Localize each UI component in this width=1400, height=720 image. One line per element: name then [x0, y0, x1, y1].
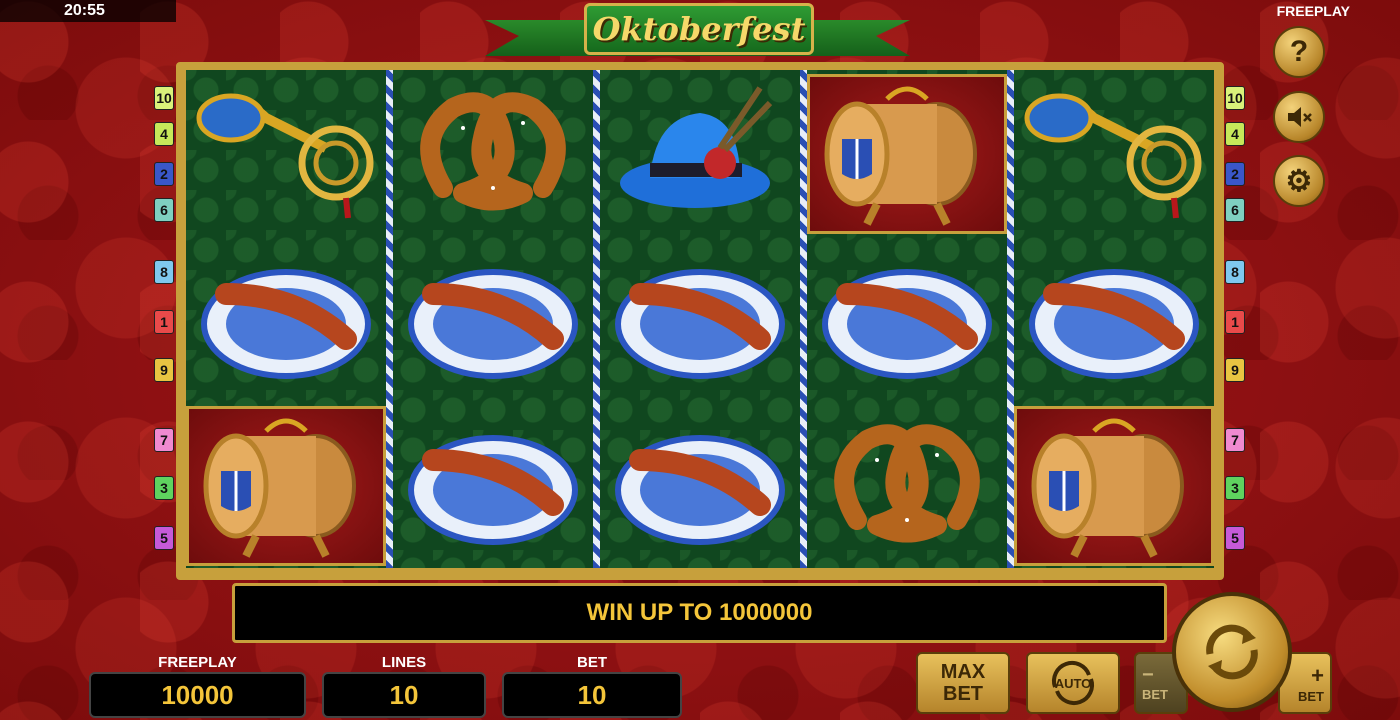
help-button[interactable]: ? — [1273, 26, 1325, 78]
sausage-symbol — [807, 236, 1007, 402]
reel-1 — [186, 70, 386, 568]
bet-minus-sign: − — [1142, 664, 1154, 686]
sausage-symbol — [393, 402, 593, 568]
payline-left-4: 4 — [154, 122, 174, 146]
auto-spin-button[interactable]: AUTO — [1026, 652, 1120, 714]
payline-right-10: 10 — [1225, 86, 1245, 110]
reel-5 — [1014, 70, 1214, 568]
win-message: WIN UP TO 1000000 — [232, 583, 1167, 643]
sausage-symbol — [393, 236, 593, 402]
payline-right-8: 8 — [1225, 260, 1245, 284]
spin-button[interactable] — [1172, 592, 1292, 712]
payline-right-3: 3 — [1225, 476, 1245, 500]
max-bet-label-bottom: BET — [943, 683, 983, 705]
bet-plus-label: BET — [1298, 688, 1324, 704]
payline-left-10: 10 — [154, 86, 174, 110]
horn-symbol — [1014, 70, 1214, 236]
payline-left-9: 9 — [154, 358, 174, 382]
freeplay-value: 10000 — [89, 672, 306, 718]
gear-icon: ⚙ — [1285, 164, 1313, 198]
payline-left-5: 5 — [154, 526, 174, 550]
mute-speaker-icon — [1288, 107, 1312, 127]
barrel-symbol — [1014, 406, 1214, 566]
hat-symbol — [600, 70, 800, 236]
payline-right-1: 1 — [1225, 310, 1245, 334]
payline-right-7: 7 — [1225, 428, 1245, 452]
payline-right-6: 6 — [1225, 198, 1245, 222]
bet-label: BET — [577, 654, 607, 671]
freeplay-label: FREEPLAY — [158, 654, 237, 671]
clock: 20:55 — [0, 0, 176, 22]
mode-label: FREEPLAY — [1276, 3, 1350, 19]
auto-label: AUTO — [1054, 675, 1092, 691]
reel-4 — [807, 70, 1007, 568]
spin-arrows-icon — [1206, 624, 1258, 680]
payline-right-5: 5 — [1225, 526, 1245, 550]
reel-2 — [393, 70, 593, 568]
payline-left-2: 2 — [154, 162, 174, 186]
sausage-symbol — [600, 236, 800, 402]
lines-value: 10 — [322, 672, 486, 718]
payline-right-2: 2 — [1225, 162, 1245, 186]
sausage-symbol — [600, 402, 800, 568]
max-bet-button[interactable]: MAX BET — [916, 652, 1010, 714]
horn-symbol — [186, 70, 386, 236]
game-title: Oktoberfest — [584, 3, 814, 55]
question-icon: ? — [1289, 35, 1309, 68]
payline-right-4: 4 — [1225, 122, 1245, 146]
pretzel-symbol — [807, 402, 1007, 568]
payline-left-3: 3 — [154, 476, 174, 500]
pretzel-symbol — [393, 70, 593, 236]
settings-button[interactable]: ⚙ — [1273, 155, 1325, 207]
payline-right-9: 9 — [1225, 358, 1245, 382]
barrel-symbol — [186, 406, 386, 566]
lines-label: LINES — [381, 654, 427, 671]
sausage-symbol — [1014, 236, 1214, 402]
sausage-symbol — [186, 236, 386, 402]
payline-left-6: 6 — [154, 198, 174, 222]
bet-minus-label: BET — [1142, 687, 1168, 702]
barrel-symbol — [807, 74, 1007, 234]
payline-left-7: 7 — [154, 428, 174, 452]
payline-left-1: 1 — [154, 310, 174, 334]
sound-button[interactable] — [1273, 91, 1325, 143]
max-bet-label-top: MAX — [940, 661, 986, 683]
reel-3 — [600, 70, 800, 568]
payline-left-8: 8 — [154, 260, 174, 284]
bet-value: 10 — [502, 672, 682, 718]
bet-plus-sign: + — [1311, 662, 1324, 688]
